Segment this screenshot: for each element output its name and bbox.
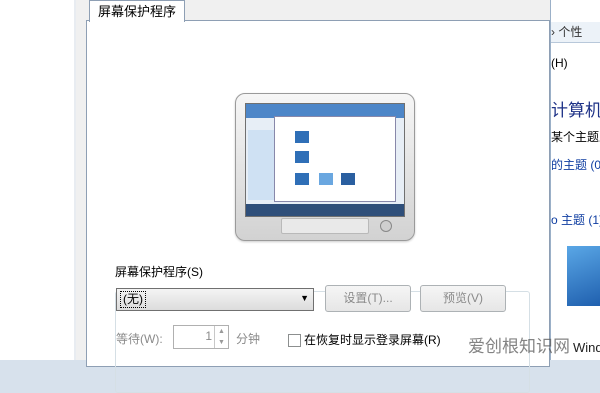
preview-thumbnail — [295, 151, 309, 163]
address-bar[interactable]: › 个性 — [551, 22, 600, 43]
aero-themes-heading[interactable]: o 主题 (1) — [551, 211, 600, 228]
monitor-preview — [235, 93, 415, 241]
preview-sidebar — [248, 130, 274, 200]
preview-thumbnail — [295, 173, 309, 185]
tab-panel — [86, 20, 550, 393]
preview-taskbar — [246, 204, 404, 216]
screen-saver-group-title: 屏幕保护程序(S) — [112, 263, 206, 280]
screen-saver-dialog: 屏幕保护程序 屏幕保护程序(S) (无) ▼ 设置(T)... 预览(V) 等待… — [76, 0, 551, 393]
monitor-stand-panel — [281, 218, 369, 234]
preview-button[interactable]: 预览(V) — [420, 285, 506, 312]
power-button-icon — [380, 220, 392, 232]
chevron-down-icon[interactable]: ▼ — [215, 337, 228, 348]
preview-thumbnail — [295, 131, 309, 143]
wait-minutes-value: 1 — [205, 329, 212, 343]
minutes-label: 分钟 — [236, 332, 261, 346]
chevron-down-icon[interactable]: ▼ — [300, 293, 309, 303]
windows-theme-label: Wind — [573, 340, 600, 355]
menu-help[interactable]: (H) — [551, 56, 568, 70]
screen-saver-select-value: (无) — [120, 291, 146, 308]
tab-screen-saver[interactable]: 屏幕保护程序 — [89, 0, 186, 22]
wait-minutes-stepper[interactable]: 1 ▲ ▼ — [173, 325, 229, 349]
preview-thumbnail — [319, 173, 333, 185]
resume-logon-label[interactable]: 在恢复时显示登录屏幕(R) — [304, 331, 441, 348]
background-window-left — [0, 0, 76, 360]
theme-thumbnail[interactable] — [567, 246, 600, 306]
personalization-window: › 个性 (H) 计算机 某个主题立 的主题 (0) o 主题 (1) Wind — [550, 0, 600, 360]
watermark: 爱创根知识网 — [468, 337, 570, 356]
chevron-up-icon[interactable]: ▲ — [215, 326, 228, 337]
screen-saver-select[interactable]: (无) ▼ — [116, 288, 314, 311]
preview-screen — [245, 103, 405, 217]
resume-logon-checkbox[interactable] — [288, 334, 301, 347]
spin-buttons[interactable]: ▲ ▼ — [214, 326, 228, 348]
preview-window — [274, 116, 396, 202]
my-themes-heading[interactable]: 的主题 (0) — [551, 156, 600, 173]
settings-button[interactable]: 设置(T)... — [325, 285, 411, 312]
wait-label: 等待(W): — [116, 332, 163, 346]
page-title: 计算机 — [551, 101, 600, 120]
preview-thumbnail — [341, 173, 355, 185]
description-text: 某个主题立 — [551, 130, 600, 144]
